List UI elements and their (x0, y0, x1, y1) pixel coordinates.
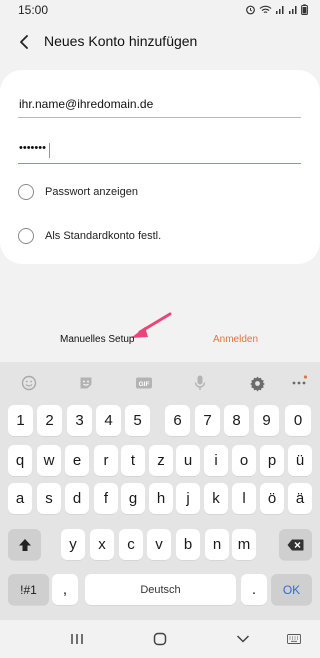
key-0[interactable]: 0 (285, 405, 311, 436)
key-a[interactable]: a (8, 483, 32, 514)
show-password-checkbox[interactable]: Passwort anzeigen (18, 181, 138, 203)
key-b[interactable]: b (176, 529, 200, 560)
app-bar: Neues Konto hinzufügen (0, 22, 320, 62)
manual-setup-button[interactable]: Manuelles Setup (60, 334, 135, 345)
default-account-checkbox[interactable]: Als Standardkonto festl. (18, 225, 161, 247)
battery-icon (301, 4, 308, 15)
page-title: Neues Konto hinzufügen (44, 33, 198, 49)
default-account-radio[interactable] (18, 228, 34, 244)
status-time: 15:00 (18, 3, 49, 17)
show-password-label: Passwort anzeigen (45, 186, 138, 198)
home-button[interactable] (151, 631, 169, 647)
status-icons (245, 4, 308, 15)
key-7[interactable]: 7 (195, 405, 220, 436)
key-f[interactable]: f (94, 483, 118, 514)
key-2[interactable]: 2 (37, 405, 62, 436)
recent-apps-icon (71, 634, 83, 644)
symbols-key[interactable]: !#1 (8, 574, 49, 605)
signal-icon-2 (289, 5, 297, 14)
password-mask: ••••••• (19, 142, 46, 154)
sign-in-button[interactable]: Anmelden (213, 334, 258, 345)
back-button[interactable] (10, 28, 38, 56)
ok-key[interactable]: OK (271, 574, 312, 605)
alarm-icon (246, 5, 255, 15)
show-password-radio[interactable] (18, 184, 34, 200)
key-8[interactable]: 8 (224, 405, 249, 436)
more-icon[interactable] (289, 373, 309, 393)
gear-icon[interactable] (247, 373, 267, 393)
key-x[interactable]: x (90, 529, 114, 560)
keyboard-switch-button[interactable] (287, 631, 301, 647)
key-o[interactable]: o (232, 445, 256, 476)
navigation-bar (0, 620, 320, 658)
period-key[interactable]: . (241, 574, 267, 605)
key-z[interactable]: z (149, 445, 173, 476)
key-6[interactable]: 6 (165, 405, 190, 436)
key-w[interactable]: w (37, 445, 61, 476)
wifi-icon (259, 5, 272, 13)
backspace-key[interactable] (279, 529, 312, 560)
chevron-down-icon (236, 635, 250, 643)
key-r[interactable]: r (94, 445, 118, 476)
keyboard: GIF 1 2 3 4 5 6 7 8 9 0 q w e r t z u i … (0, 362, 320, 620)
key-s[interactable]: s (37, 483, 61, 514)
comma-key[interactable]: , (52, 574, 78, 605)
space-key[interactable]: Deutsch (85, 574, 236, 605)
key-k[interactable]: k (204, 483, 228, 514)
svg-text:GIF: GIF (139, 381, 150, 388)
emoji-icon[interactable] (19, 373, 39, 393)
key-ue[interactable]: ü (288, 445, 312, 476)
recent-apps-button[interactable] (68, 631, 86, 647)
default-account-label: Als Standardkonto festl. (45, 230, 162, 242)
backspace-icon (287, 539, 304, 550)
status-bar: 15:00 (0, 0, 320, 20)
key-4[interactable]: 4 (96, 405, 121, 436)
key-h[interactable]: h (149, 483, 173, 514)
key-1[interactable]: 1 (8, 405, 33, 436)
gif-icon[interactable]: GIF (134, 373, 154, 393)
key-d[interactable]: d (65, 483, 89, 514)
microphone-icon[interactable] (190, 373, 210, 393)
key-m[interactable]: m (232, 529, 256, 560)
keyboard-toolbar: GIF (0, 362, 320, 404)
key-t[interactable]: t (121, 445, 145, 476)
key-v[interactable]: v (147, 529, 171, 560)
key-9[interactable]: 9 (254, 405, 279, 436)
shift-arrow-icon (18, 538, 31, 551)
key-n[interactable]: n (205, 529, 229, 560)
key-j[interactable]: j (176, 483, 200, 514)
key-l[interactable]: l (232, 483, 256, 514)
shift-key[interactable] (8, 529, 41, 560)
email-value: ihr.name@ihredomain.de (19, 97, 154, 111)
back-arrow-icon (20, 35, 28, 49)
key-5[interactable]: 5 (125, 405, 150, 436)
home-icon (153, 632, 167, 646)
key-e[interactable]: e (65, 445, 89, 476)
key-g[interactable]: g (121, 483, 145, 514)
key-i[interactable]: i (204, 445, 228, 476)
signal-icon (276, 5, 284, 14)
sticker-icon[interactable] (76, 373, 96, 393)
key-oe[interactable]: ö (260, 483, 284, 514)
key-p[interactable]: p (260, 445, 284, 476)
key-u[interactable]: u (176, 445, 200, 476)
text-cursor (49, 143, 50, 158)
password-field[interactable]: ••••••• (18, 138, 301, 164)
key-3[interactable]: 3 (67, 405, 92, 436)
hide-keyboard-button[interactable] (234, 631, 252, 647)
key-c[interactable]: c (119, 529, 143, 560)
key-ae[interactable]: ä (288, 483, 312, 514)
keyboard-icon (287, 634, 301, 644)
email-field[interactable]: ihr.name@ihredomain.de (18, 92, 301, 118)
key-q[interactable]: q (8, 445, 32, 476)
key-y[interactable]: y (61, 529, 85, 560)
form-actions: Manuelles Setup Anmelden (0, 330, 320, 352)
